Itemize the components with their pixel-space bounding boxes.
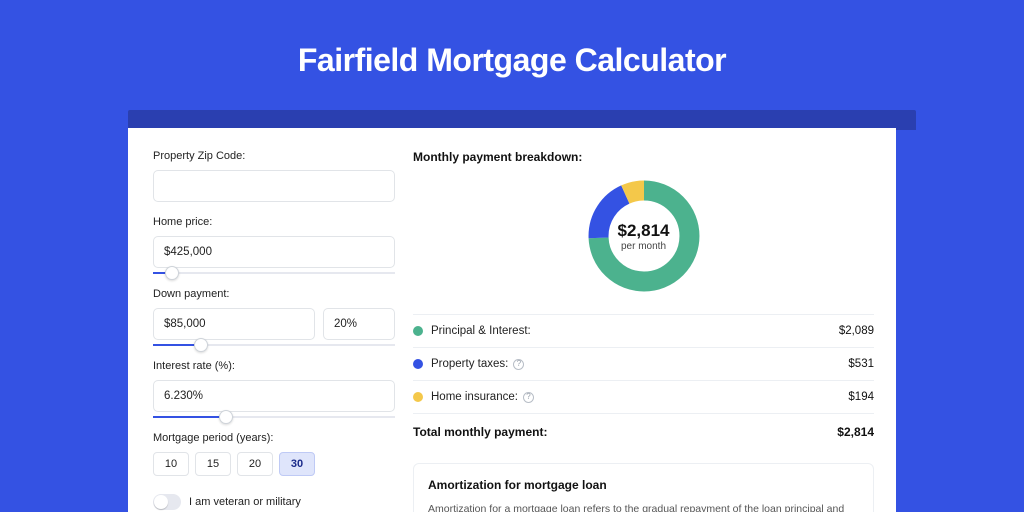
donut-wrap: $2,814 per month (413, 176, 874, 296)
period-option-10[interactable]: 10 (153, 452, 189, 476)
donut-sub: per month (621, 241, 666, 252)
info-icon[interactable]: ? (513, 359, 524, 370)
label-down-payment: Down payment: (153, 288, 395, 300)
field-down-payment: Down payment: (153, 288, 395, 346)
donut-value: $2,814 (618, 221, 670, 241)
period-options: 10 15 20 30 (153, 452, 395, 476)
interest-input[interactable] (153, 380, 395, 412)
amortization-text: Amortization for a mortgage loan refers … (428, 502, 859, 512)
breakdown-label-text: Principal & Interest: (431, 325, 531, 337)
breakdown-label-text: Property taxes: (431, 358, 508, 370)
period-option-30[interactable]: 30 (279, 452, 315, 476)
slider-thumb[interactable] (194, 338, 208, 352)
down-payment-amount-input[interactable] (153, 308, 315, 340)
label-zip: Property Zip Code: (153, 150, 395, 162)
period-option-20[interactable]: 20 (237, 452, 273, 476)
breakdown-row-insurance: Home insurance: ? $194 (413, 381, 874, 413)
slider-thumb[interactable] (165, 266, 179, 280)
field-period: Mortgage period (years): 10 15 20 30 (153, 432, 395, 476)
home-price-slider[interactable] (153, 272, 395, 274)
hero: Fairfield Mortgage Calculator Property Z… (0, 0, 1024, 512)
legend-dot-icon (413, 359, 423, 369)
page-title: Fairfield Mortgage Calculator (0, 0, 1024, 79)
calculator-card: Property Zip Code: Home price: Down paym… (128, 128, 896, 512)
breakdown-value: $531 (848, 358, 874, 370)
breakdown-row-total: Total monthly payment: $2,814 (413, 413, 874, 449)
total-value: $2,814 (837, 425, 874, 439)
veteran-toggle[interactable] (153, 494, 181, 510)
field-interest: Interest rate (%): (153, 360, 395, 418)
period-option-15[interactable]: 15 (195, 452, 231, 476)
field-home-price: Home price: (153, 216, 395, 274)
slider-thumb[interactable] (219, 410, 233, 424)
down-payment-pct-input[interactable] (323, 308, 395, 340)
breakdown-value: $2,089 (839, 325, 874, 337)
label-home-price: Home price: (153, 216, 395, 228)
form-column: Property Zip Code: Home price: Down paym… (153, 150, 395, 512)
breakdown-title: Monthly payment breakdown: (413, 150, 874, 164)
slider-fill (153, 416, 226, 418)
home-price-input[interactable] (153, 236, 395, 268)
field-zip: Property Zip Code: (153, 150, 395, 202)
legend-dot-icon (413, 326, 423, 336)
breakdown-label: Property taxes: ? (431, 358, 848, 370)
breakdown-label-text: Home insurance: (431, 391, 518, 403)
label-interest: Interest rate (%): (153, 360, 395, 372)
breakdown-row-taxes: Property taxes: ? $531 (413, 348, 874, 380)
card-shadow (128, 110, 916, 130)
field-veteran: I am veteran or military (153, 494, 395, 510)
down-payment-slider[interactable] (153, 344, 395, 346)
legend-dot-icon (413, 392, 423, 402)
breakdown-value: $194 (848, 391, 874, 403)
breakdown-label: Principal & Interest: (431, 325, 839, 337)
amortization-box: Amortization for mortgage loan Amortizat… (413, 463, 874, 512)
amortization-title: Amortization for mortgage loan (428, 478, 859, 492)
toggle-knob (154, 495, 168, 509)
info-icon[interactable]: ? (523, 392, 534, 403)
donut-center: $2,814 per month (584, 176, 704, 296)
down-payment-row (153, 308, 395, 340)
label-period: Mortgage period (years): (153, 432, 395, 444)
breakdown-column: Monthly payment breakdown: $2,814 per mo… (395, 150, 874, 512)
breakdown-label: Home insurance: ? (431, 391, 848, 403)
interest-slider[interactable] (153, 416, 395, 418)
label-veteran: I am veteran or military (189, 496, 301, 508)
breakdown-row-principal: Principal & Interest: $2,089 (413, 315, 874, 347)
total-label: Total monthly payment: (413, 425, 837, 439)
zip-input[interactable] (153, 170, 395, 202)
card-content: Property Zip Code: Home price: Down paym… (128, 128, 896, 512)
payment-donut-chart: $2,814 per month (584, 176, 704, 296)
